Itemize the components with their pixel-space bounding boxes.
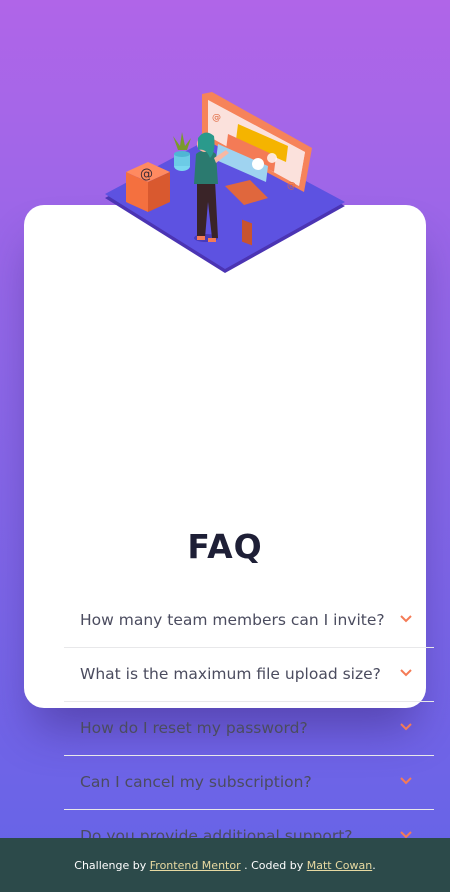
chevron-down-icon[interactable] bbox=[400, 669, 412, 677]
chevron-down-icon[interactable] bbox=[400, 723, 412, 731]
faq-item[interactable]: How many team members can I invite? bbox=[64, 594, 434, 648]
svg-text:@: @ bbox=[212, 113, 221, 123]
footer-suffix: . bbox=[372, 858, 376, 872]
frontend-mentor-link[interactable]: Frontend Mentor bbox=[150, 859, 241, 872]
footer-middle: . Coded by bbox=[244, 858, 304, 872]
attribution-footer: Challenge by Frontend Mentor . Coded by … bbox=[0, 838, 450, 892]
author-link[interactable]: Matt Cowan bbox=[307, 859, 372, 872]
svg-text:@: @ bbox=[140, 167, 153, 182]
footer-prefix: Challenge by bbox=[74, 858, 147, 872]
faq-card: FAQ How many team members can I invite? … bbox=[24, 205, 434, 864]
faq-question[interactable]: What is the maximum file upload size? bbox=[80, 665, 381, 683]
chevron-down-icon[interactable] bbox=[400, 615, 412, 623]
svg-text:@: @ bbox=[287, 181, 296, 191]
faq-item[interactable]: How do I reset my password? bbox=[64, 702, 434, 756]
faq-question[interactable]: How do I reset my password? bbox=[80, 719, 308, 737]
faq-item[interactable]: What is the maximum file upload size? bbox=[64, 648, 434, 702]
chevron-down-icon[interactable] bbox=[400, 777, 412, 785]
faq-item[interactable]: Can I cancel my subscription? bbox=[64, 756, 434, 810]
faq-question[interactable]: Can I cancel my subscription? bbox=[80, 773, 312, 791]
woman-at-desktop-illustration: @ @ @ bbox=[105, 92, 345, 273]
faq-list: How many team members can I invite? What… bbox=[64, 594, 434, 864]
page-body: { "faq": { "title": "FAQ", "items": [ {"… bbox=[0, 0, 450, 892]
page-title: FAQ bbox=[187, 527, 263, 566]
faq-question[interactable]: How many team members can I invite? bbox=[80, 611, 385, 629]
